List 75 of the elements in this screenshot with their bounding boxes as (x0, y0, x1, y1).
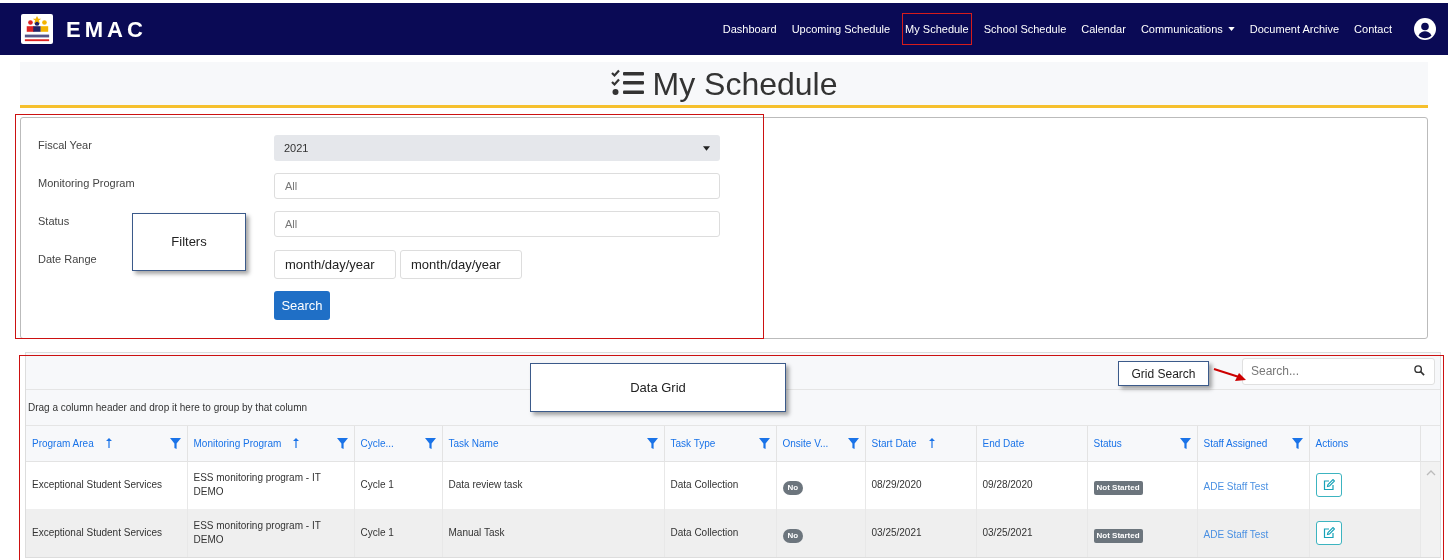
search-icon (1414, 364, 1425, 376)
status-badge: Not Started (1093, 481, 1143, 496)
column-header[interactable]: Program Area (26, 426, 187, 461)
column-header[interactable]: Monitoring Program (187, 426, 354, 461)
nav-link[interactable]: Dashboard (719, 12, 780, 46)
nav-link[interactable]: Communications (1137, 12, 1238, 46)
filter-icon[interactable] (758, 437, 770, 449)
table-cell-text: 03/25/2021 (982, 526, 1034, 540)
filter-icon[interactable] (169, 437, 181, 449)
input-field[interactable]: All (274, 211, 720, 237)
column-header[interactable]: Staff Assigned (1197, 426, 1309, 461)
date-field[interactable]: month/day/year (274, 250, 396, 279)
table-cell-text: Cycle 1 (360, 526, 395, 540)
table-cell-text: Manual Task (448, 526, 506, 540)
filter-icon[interactable] (424, 437, 436, 449)
staff-link[interactable]: ADE Staff Test (1203, 529, 1269, 540)
table-cell-text: 08/29/2020 (871, 478, 923, 493)
page-title: My Schedule (652, 64, 838, 104)
nav-link[interactable]: My Schedule (902, 12, 972, 46)
date-field[interactable]: month/day/year (400, 250, 522, 279)
column-header[interactable]: Task Type (664, 426, 776, 461)
onsite-badge: No (782, 481, 804, 496)
table-cell-text: Exceptional Student Services (32, 526, 164, 540)
column-header[interactable]: Status (1087, 426, 1197, 461)
table-cell-text: Exceptional Student Services (32, 478, 164, 493)
callout-label: Grid Search (1118, 361, 1209, 386)
status-badge: Not Started (1093, 529, 1143, 543)
edit-icon (1322, 527, 1335, 539)
nav-link[interactable]: Calendar (1078, 12, 1129, 46)
column-header[interactable]: Start Date (865, 426, 976, 461)
column-header[interactable]: Actions (1309, 426, 1420, 461)
caret-icon (703, 145, 710, 151)
nav-link[interactable]: Upcoming Schedule (788, 12, 894, 46)
filter-icon[interactable] (646, 437, 658, 449)
filter-icon[interactable] (336, 437, 348, 449)
nav-link[interactable]: Document Archive (1246, 12, 1343, 46)
field-label: Date Range (38, 252, 98, 267)
callout-label: Data Grid (530, 363, 786, 412)
sort-arrow-icon[interactable] (105, 438, 112, 449)
field-label: Monitoring Program (38, 176, 136, 191)
field-label: Fiscal Year (38, 138, 93, 153)
filter-icon[interactable] (1179, 437, 1191, 449)
sort-arrow-icon[interactable] (928, 438, 935, 449)
filter-icon[interactable] (1291, 437, 1303, 449)
table-cell-text: Data review task (448, 478, 524, 493)
column-header[interactable]: Cycle... (354, 426, 442, 461)
table-cell-text: Data Collection (670, 478, 740, 493)
table-cell-text: ESS monitoring program - IT DEMO (193, 471, 322, 500)
column-header[interactable]: Task Name (442, 426, 664, 461)
edit-button[interactable] (1315, 521, 1342, 545)
staff-link[interactable]: ADE Staff Test (1203, 481, 1269, 493)
select-field[interactable]: 2021 (274, 135, 720, 161)
arrow-icon (1213, 367, 1247, 383)
column-header[interactable]: Onsite V... (776, 426, 865, 461)
field-label: Status (38, 214, 71, 229)
table-cell-text: Data Collection (670, 526, 740, 540)
input-field[interactable]: All (274, 173, 720, 199)
table-cell-text: 09/28/2020 (982, 478, 1034, 493)
user-avatar-icon[interactable] (1414, 18, 1436, 40)
column-header[interactable]: End Date (976, 426, 1087, 461)
table-cell-text: Cycle 1 (360, 478, 395, 493)
nav-link[interactable]: School Schedule (980, 12, 1070, 46)
callout-label: Filters (132, 213, 246, 271)
onsite-badge: No (782, 529, 804, 543)
filter-icon[interactable] (847, 437, 859, 449)
sort-arrow-icon[interactable] (293, 438, 300, 449)
table-cell-text: ESS monitoring program - IT DEMO (193, 519, 322, 547)
edit-button[interactable] (1315, 473, 1342, 498)
logo-icon (21, 14, 53, 44)
edit-icon (1322, 479, 1335, 492)
nav-link[interactable]: Contact (1351, 12, 1395, 46)
search-button[interactable]: Search (274, 291, 330, 320)
brand-name[interactable]: EMAC (66, 12, 147, 46)
search-field[interactable]: Search... (1242, 357, 1435, 385)
table-cell-text: 03/25/2021 (871, 526, 923, 540)
